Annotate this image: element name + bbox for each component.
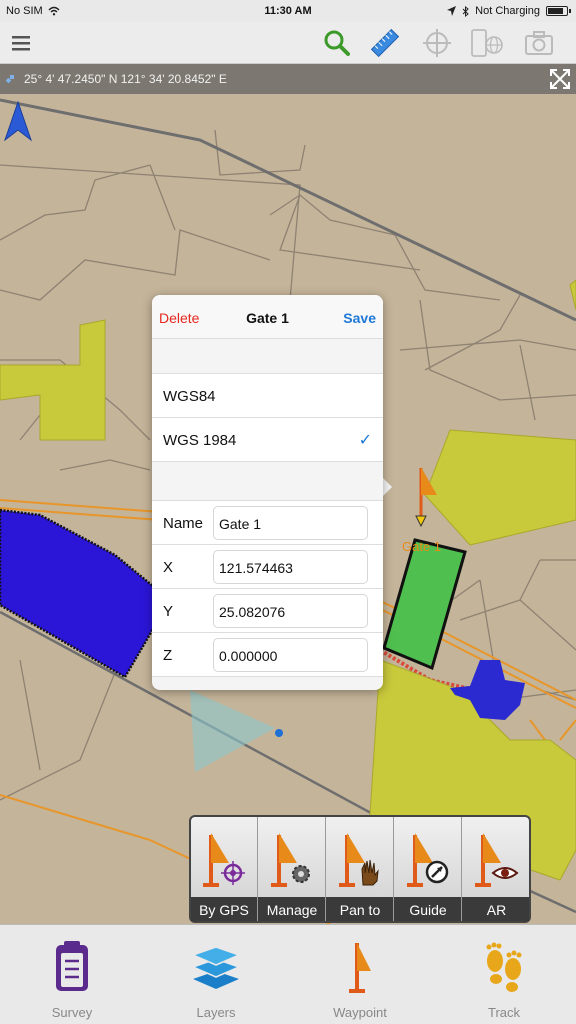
location-arrow-icon [447, 6, 457, 16]
checkmark-icon: ✓ [358, 432, 372, 449]
z-row: Z 0.000000 [152, 633, 383, 677]
tab-layers[interactable]: Layers [144, 925, 288, 1024]
crosshair-icon [423, 29, 451, 57]
charging-label: Not Charging [475, 5, 540, 17]
action-label: Guide [409, 902, 447, 918]
top-toolbar [0, 22, 576, 64]
layers-icon [191, 946, 241, 989]
flag-gear-icon [271, 833, 310, 887]
manage-button[interactable]: Manage [259, 817, 326, 921]
road-main [0, 98, 576, 322]
z-label: Z [163, 647, 173, 664]
flag-eye-icon [475, 833, 519, 887]
tab-label: Layers [196, 1005, 236, 1020]
view-cone [190, 690, 275, 772]
fullscreen-icon[interactable] [548, 67, 572, 91]
ar-button[interactable]: AR [463, 817, 530, 921]
battery-level [548, 8, 564, 14]
footprints-icon [486, 942, 522, 992]
name-label: Name [163, 515, 204, 532]
x-label: X [163, 559, 174, 576]
tab-survey[interactable]: Survey [0, 925, 144, 1024]
datum-option-label: WGS84 [163, 388, 216, 405]
waypoint-map-label: Gate 1 [402, 539, 442, 554]
status-bar: No SIM 11:30 AM Not Charging [0, 0, 576, 22]
waypoint-editor-popup: Delete Gate 1 Save WGS84 WGS 1984 ✓ Name… [152, 295, 383, 690]
tab-label: Waypoint [333, 1005, 387, 1020]
y-row: Y 25.082076 [152, 589, 383, 633]
ruler-icon [370, 28, 400, 58]
section-spacer [152, 339, 383, 374]
action-label: AR [486, 902, 507, 918]
name-row: Name Gate 1 [152, 501, 383, 545]
flag-gps-icon [203, 833, 245, 887]
camera-button[interactable] [522, 26, 556, 60]
search-button[interactable] [320, 26, 354, 60]
z-field[interactable]: 0.000000 [213, 638, 368, 672]
flag-hand-icon [339, 833, 379, 887]
status-right: Not Charging [447, 5, 571, 17]
device-button[interactable] [470, 26, 504, 60]
datum-option-label: WGS 1984 [163, 432, 237, 449]
clipboard-icon [56, 941, 88, 991]
flag-icon [349, 943, 371, 993]
action-label: By GPS [199, 902, 249, 918]
north-arrow-icon[interactable] [3, 100, 33, 142]
menu-button[interactable] [4, 26, 38, 60]
bottom-tab-bar: Survey Layers Waypoint Track [0, 924, 576, 1024]
coordinate-bar: 25° 4' 47.2450" N 121° 34' 20.8452" E [0, 64, 576, 94]
blue-zone [0, 508, 172, 679]
hamburger-menu-icon [12, 36, 30, 51]
datum-option-wgs84[interactable]: WGS84 [152, 374, 383, 418]
phone-globe-icon [471, 29, 503, 57]
waypoint-action-bar: By GPS Manage Pan to Guide AR [189, 815, 531, 923]
popup-header: Delete Gate 1 Save [152, 295, 383, 339]
datum-option-wgs1984[interactable]: WGS 1984 ✓ [152, 418, 383, 462]
bluetooth-icon [462, 5, 469, 17]
coordinate-readout: 25° 4' 47.2450" N 121° 34' 20.8452" E [24, 72, 227, 86]
satellite-icon [5, 75, 14, 84]
gps-dot [275, 729, 283, 737]
section-spacer [152, 462, 383, 501]
y-field[interactable]: 25.082076 [213, 594, 368, 628]
tab-waypoint[interactable]: Waypoint [288, 925, 432, 1024]
y-label: Y [163, 603, 174, 620]
pan-to-button[interactable]: Pan to [327, 817, 394, 921]
flag-compass-icon [407, 833, 449, 887]
guide-button[interactable]: Guide [395, 817, 462, 921]
tab-label: Survey [51, 1005, 93, 1020]
selected-parcel [382, 538, 467, 671]
search-icon [324, 30, 350, 56]
measure-button[interactable] [368, 26, 402, 60]
by-gps-button[interactable]: By GPS [191, 817, 258, 921]
action-label: Manage [266, 902, 318, 918]
tab-track[interactable]: Track [432, 925, 576, 1024]
x-row: X 121.574463 [152, 545, 383, 589]
save-button[interactable]: Save [343, 310, 376, 326]
crosshair-button[interactable] [420, 26, 454, 60]
tab-label: Track [487, 1005, 521, 1020]
x-field[interactable]: 121.574463 [213, 550, 368, 584]
action-label: Pan to [339, 902, 381, 918]
camera-icon [525, 31, 553, 55]
name-field[interactable]: Gate 1 [213, 506, 368, 540]
battery-icon [546, 6, 571, 16]
